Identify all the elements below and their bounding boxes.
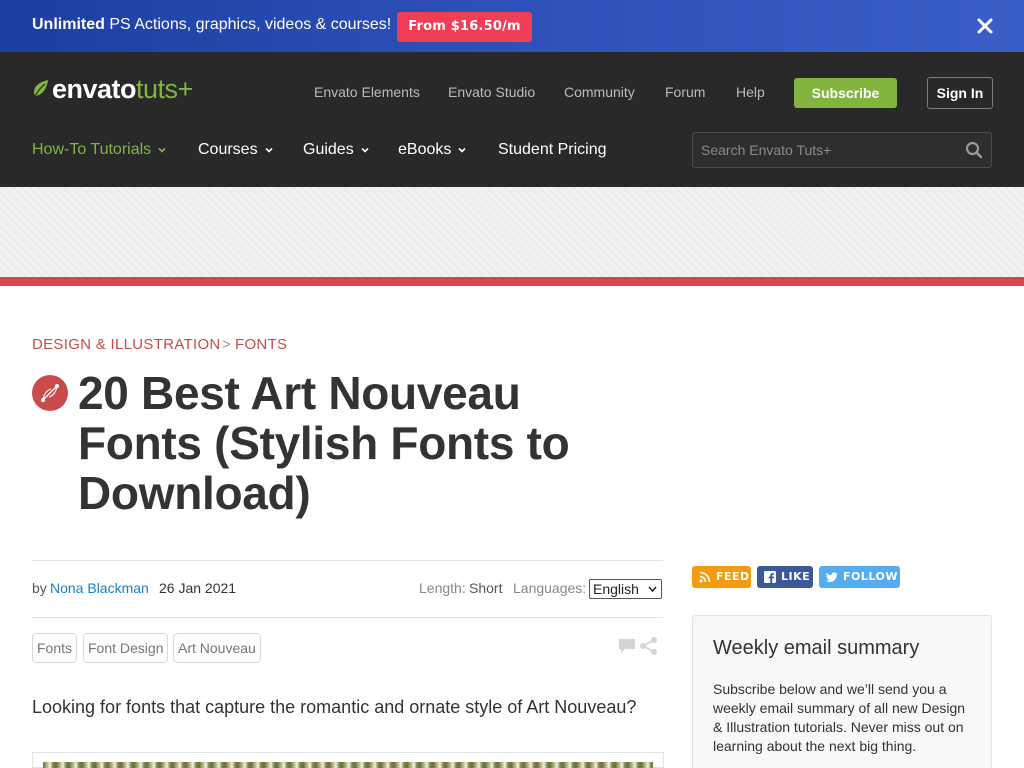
tag-art-nouveau[interactable]: Art Nouveau (173, 633, 261, 663)
chevron-down-icon (458, 147, 466, 153)
subscribe-button[interactable]: Subscribe (794, 78, 897, 108)
rss-icon (699, 571, 711, 583)
search-icon[interactable] (965, 141, 983, 159)
facebook-icon (764, 571, 776, 583)
chevron-down-icon (648, 586, 657, 592)
twitter-follow-button[interactable]: FOLLOW (819, 566, 900, 588)
nav-guides[interactable]: Guides (303, 141, 369, 159)
author-link[interactable]: Nona Blackman (50, 580, 149, 596)
nav-label: Courses (198, 141, 258, 158)
breadcrumb-fonts[interactable]: FONTS (235, 336, 287, 353)
email-panel-description: Subscribe below and we’ll send you a wee… (713, 681, 966, 754)
follow-label: FOLLOW (843, 570, 898, 583)
breadcrumb-design-illustration[interactable]: DESIGN & ILLUSTRATION (32, 336, 221, 353)
divider (32, 617, 663, 618)
nav-label: eBooks (398, 141, 452, 158)
breadcrumb-separator: > (222, 336, 231, 353)
tag-font-design[interactable]: Font Design (83, 633, 169, 663)
page-title: 20 Best Art Nouveau Fonts (Stylish Fonts… (78, 368, 618, 518)
article-tools (617, 636, 659, 656)
comment-icon[interactable] (619, 639, 635, 653)
divider (32, 560, 663, 561)
ornament-pattern (43, 762, 653, 768)
design-category-icon (32, 375, 68, 411)
feed-label: FEED (716, 570, 750, 583)
nav-ebooks[interactable]: eBooks (398, 141, 466, 159)
logo-tuts-text: tuts+ (136, 73, 193, 104)
like-label: LIKE (781, 570, 811, 583)
promo-text-bold: Unlimited (32, 16, 105, 33)
promo-text-rest: PS Actions, graphics, videos & courses! (104, 16, 392, 33)
title-line: Download) (78, 467, 311, 519)
category-color-bar (0, 277, 1024, 286)
promo-text: Unlimited PS Actions, graphics, videos &… (32, 16, 391, 34)
byline-prefix: by (32, 580, 47, 596)
nav-how-to-tutorials[interactable]: How-To Tutorials (32, 141, 166, 159)
tag-fonts[interactable]: Fonts (32, 633, 78, 663)
twitter-icon (826, 572, 838, 582)
title-line: Fonts (Stylish Fonts to (78, 417, 570, 469)
language-select[interactable]: English (589, 579, 662, 599)
article-hero-image (32, 752, 664, 768)
top-link-envato-elements[interactable]: Envato Elements (314, 84, 420, 100)
languages-label: Languages: (513, 580, 587, 596)
logo-envato-text: envato (52, 73, 137, 104)
envato-tuts-logo[interactable]: envato tuts+ (32, 73, 193, 104)
top-link-forum[interactable]: Forum (665, 84, 705, 100)
feed-button[interactable]: FEED (692, 566, 751, 588)
close-icon[interactable] (976, 17, 994, 35)
top-link-community[interactable]: Community (564, 84, 635, 100)
promo-cta-button[interactable]: From $16.50/m (397, 12, 532, 42)
article-lead-paragraph: Looking for fonts that capture the roman… (32, 697, 637, 717)
email-panel-title: Weekly email summary (713, 637, 920, 659)
length-value: Short (469, 580, 503, 596)
top-link-help[interactable]: Help (736, 84, 765, 100)
publish-date: 26 Jan 2021 (159, 580, 237, 596)
chevron-down-icon (158, 147, 166, 153)
title-line: 20 Best Art Nouveau (78, 367, 521, 419)
vector-pen-icon (41, 384, 59, 402)
weekly-email-summary-panel: Weekly email summary Subscribe below and… (692, 615, 992, 768)
facebook-like-button[interactable]: LIKE (757, 566, 813, 588)
promo-banner: Unlimited PS Actions, graphics, videos &… (0, 0, 1024, 52)
share-icon[interactable] (640, 637, 657, 655)
chevron-down-icon (265, 147, 273, 153)
nav-label: Student Pricing (498, 141, 607, 158)
sign-in-button[interactable]: Sign In (927, 77, 993, 109)
language-selected-value: English (593, 581, 639, 597)
top-link-envato-studio[interactable]: Envato Studio (448, 84, 535, 100)
length-label: Length: (419, 580, 466, 596)
decorative-pattern-band (0, 187, 1024, 277)
nav-courses[interactable]: Courses (198, 141, 273, 159)
site-header: envato tuts+ Envato Elements Envato Stud… (0, 52, 1024, 187)
nav-student-pricing[interactable]: Student Pricing (498, 141, 607, 159)
leaf-icon (34, 80, 48, 97)
chevron-down-icon (361, 147, 369, 153)
nav-label: Guides (303, 141, 354, 158)
nav-label: How-To Tutorials (32, 141, 152, 158)
search-box (692, 132, 992, 168)
search-input[interactable] (693, 133, 953, 167)
